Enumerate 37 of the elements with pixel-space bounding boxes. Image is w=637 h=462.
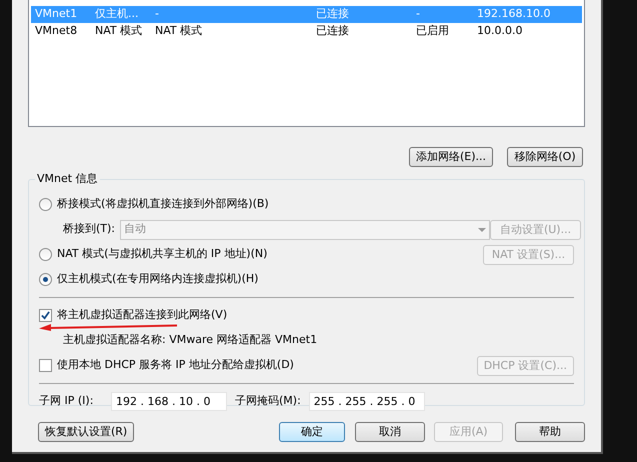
adapter-name-text: 主机虚拟适配器名称: VMware 网络适配器 VMnet1 — [62, 332, 318, 348]
network-row[interactable]: VMnet8 NAT 模式 NAT 模式 已连接 已启用 10.0.0.0 — [31, 23, 582, 40]
table-cell-text: - — [154, 6, 160, 22]
radio-button[interactable] — [39, 248, 52, 261]
radio-label: 桥接模式(将虚拟机直接连接到外部网络)(B) — [57, 196, 269, 212]
table-cell-text: 已启用 — [415, 23, 450, 40]
table-cell-text: NAT 模式 — [94, 23, 144, 40]
table-cell-text: NAT 模式 — [154, 23, 204, 40]
checkbox[interactable] — [39, 309, 52, 322]
table-cell-text: 10.0.0.0 — [476, 23, 524, 40]
table-cell-text: VMnet8 — [34, 23, 78, 40]
checkbox-label: 将主机虚拟适配器连接到此网络(V) — [57, 307, 228, 324]
table-cell-text: 已连接 — [315, 6, 350, 22]
dialog-button[interactable]: 恢复默认设置(R) — [38, 422, 134, 442]
checkbox[interactable] — [39, 359, 52, 372]
network-button[interactable]: 移除网络(O) — [507, 147, 583, 167]
dropdown-arrow-icon — [478, 228, 486, 232]
radio-label: NAT 模式(与虚拟机共享主机的 IP 地址)(N) — [57, 246, 268, 262]
table-cell-text: 仅主机... — [94, 6, 140, 22]
radio-button[interactable] — [39, 273, 52, 286]
radio-label: 仅主机模式(在专用网络内连接虚拟机)(H) — [57, 271, 258, 288]
check-icon — [41, 311, 50, 320]
table-cell-text: - — [415, 6, 421, 22]
dialog-button[interactable]: 帮助 — [515, 422, 585, 442]
radio-button[interactable] — [39, 198, 52, 211]
table-cell-text: VMnet1 — [34, 6, 78, 22]
network-button[interactable]: 添加网络(E)... — [408, 147, 493, 167]
table-cell-text: 已连接 — [315, 23, 350, 40]
dialog-button[interactable]: 确定 — [279, 422, 345, 442]
field-label: 子网 IP (I): — [39, 393, 94, 410]
dialog-button[interactable]: 取消 — [355, 422, 425, 442]
field-label: 子网掩码(M): — [235, 393, 301, 410]
ip-field[interactable]: 255 . 255 . 255 . 0 — [308, 392, 425, 411]
table-cell-text: 192.168.10.0 — [476, 6, 552, 22]
ip-field[interactable]: 192 . 168 . 10 . 0 — [111, 392, 227, 411]
checkbox-label: 使用本地 DHCP 服务将 IP 地址分配给虚拟机(D) — [57, 357, 294, 374]
field-label: 桥接到(T): — [62, 221, 116, 238]
